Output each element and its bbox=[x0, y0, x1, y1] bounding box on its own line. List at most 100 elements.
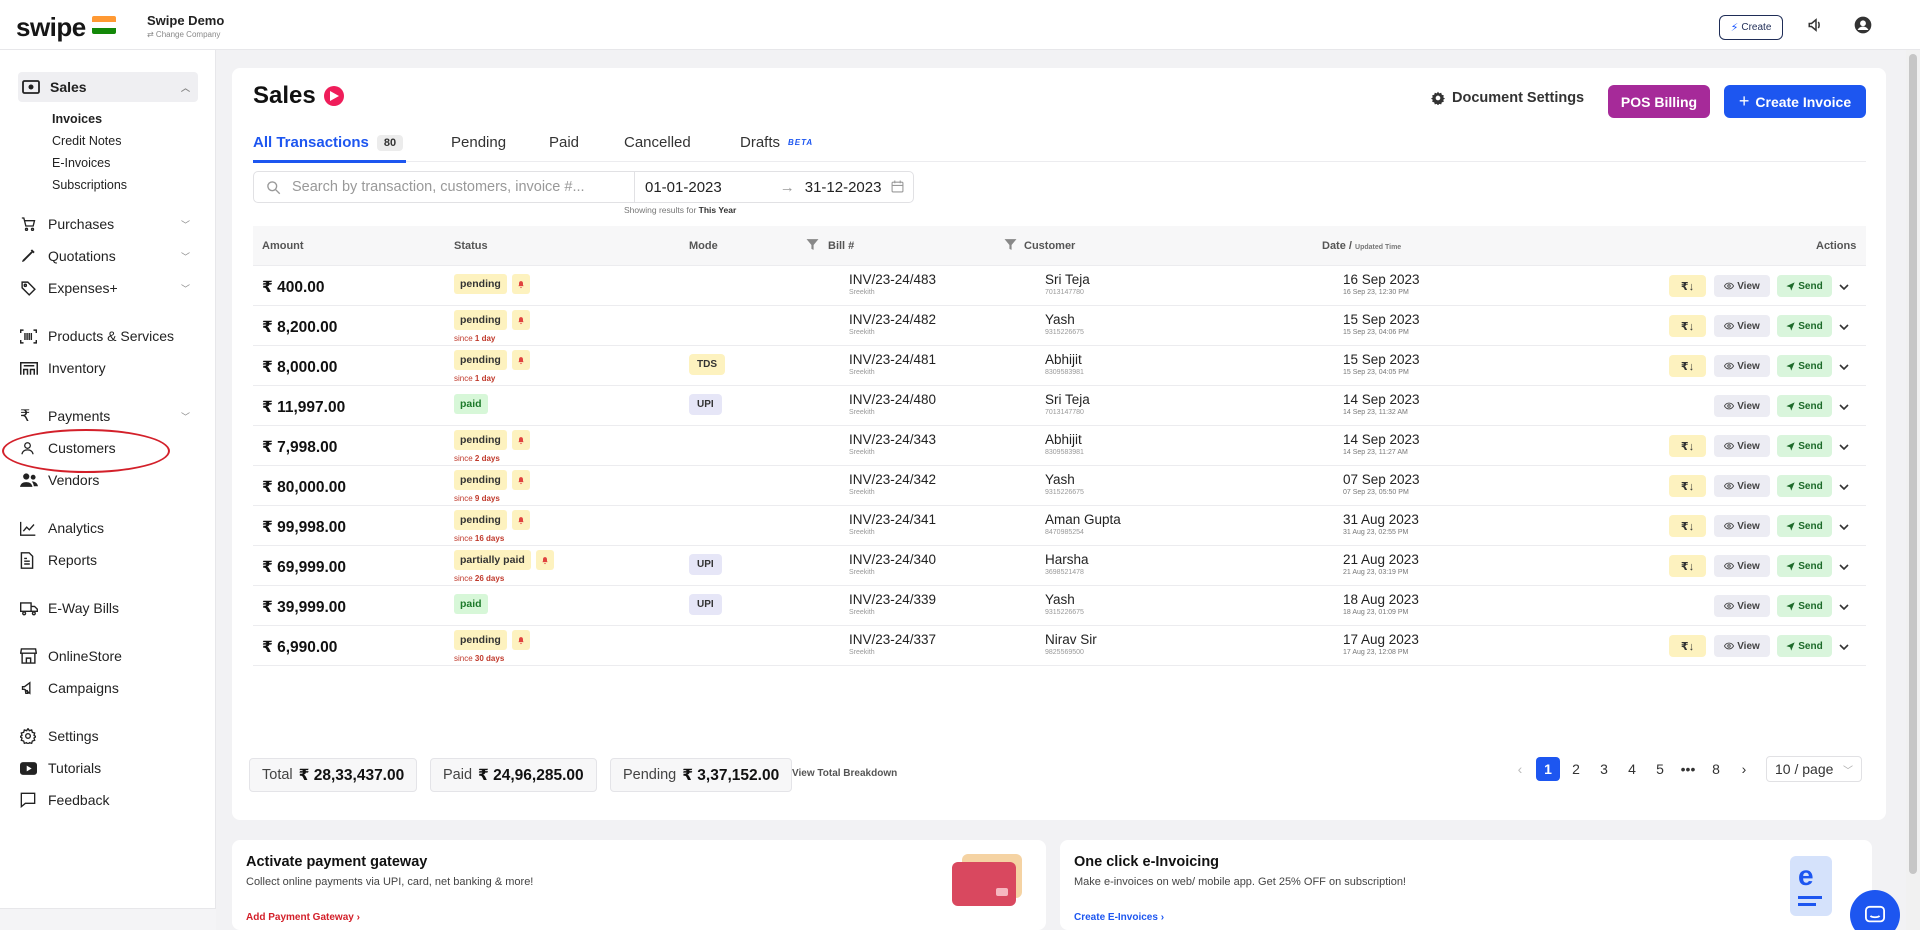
bill-cell[interactable]: INV/23-24/339 Sreekith bbox=[849, 592, 936, 616]
sidebar-item-payments[interactable]: ₹ Payments ﹀ bbox=[20, 402, 198, 430]
table-row[interactable]: ₹ 11,997.00 paid UPI INV/23-24/480 Sreeki… bbox=[253, 386, 1866, 426]
view-button[interactable]: View bbox=[1714, 475, 1770, 497]
view-button[interactable]: View bbox=[1714, 555, 1770, 577]
send-button[interactable]: Send bbox=[1777, 635, 1832, 657]
page-button[interactable]: 3 bbox=[1590, 757, 1618, 781]
tab-paid[interactable]: Paid bbox=[549, 134, 579, 151]
chevron-down-icon[interactable] bbox=[1839, 559, 1849, 574]
create-e-invoices-link[interactable]: Create E-Invoices › bbox=[1074, 912, 1164, 923]
header-amount[interactable]: Amount bbox=[262, 240, 304, 252]
account-icon[interactable] bbox=[1852, 14, 1874, 36]
search-input[interactable] bbox=[292, 179, 612, 195]
header-mode[interactable]: Mode bbox=[689, 240, 718, 252]
company-switcher[interactable]: Swipe Demo ⇄ Change Company bbox=[147, 13, 224, 39]
view-total-breakdown-link[interactable]: View Total Breakdown bbox=[792, 768, 897, 779]
send-button[interactable]: Send bbox=[1777, 515, 1832, 537]
bill-number[interactable]: INV/23-24/337 bbox=[849, 632, 936, 647]
customer-cell[interactable]: Abhijit 8309583981 bbox=[1045, 432, 1084, 456]
record-payment-button[interactable]: ₹↓ bbox=[1669, 275, 1706, 297]
table-row[interactable]: ₹ 8,000.00 pending since 1 day TDS INV/23-… bbox=[253, 346, 1866, 386]
prev-page-button[interactable]: ‹ bbox=[1506, 757, 1534, 781]
filter-icon[interactable] bbox=[1004, 238, 1017, 254]
view-button[interactable]: View bbox=[1714, 635, 1770, 657]
header-date[interactable]: Date / Updated Time bbox=[1322, 240, 1401, 252]
bill-cell[interactable]: INV/23-24/343 Sreekith bbox=[849, 432, 936, 456]
send-button[interactable]: Send bbox=[1777, 555, 1832, 577]
record-payment-button[interactable]: ₹↓ bbox=[1669, 355, 1706, 377]
table-row[interactable]: ₹ 99,998.00 pending since 16 days INV/23-… bbox=[253, 506, 1866, 546]
customer-name[interactable]: Yash bbox=[1045, 592, 1084, 607]
bell-icon[interactable] bbox=[511, 430, 530, 450]
table-row[interactable]: ₹ 400.00 pending INV/23-24/483 Sreekith … bbox=[253, 266, 1866, 306]
page-button[interactable]: 2 bbox=[1562, 757, 1590, 781]
sidebar-item-products[interactable]: Products & Services bbox=[20, 322, 198, 350]
customer-name[interactable]: Abhijit bbox=[1045, 432, 1084, 447]
customer-cell[interactable]: Yash 9315226675 bbox=[1045, 472, 1084, 496]
add-payment-gateway-link[interactable]: Add Payment Gateway › bbox=[246, 912, 360, 923]
chevron-down-icon[interactable] bbox=[1839, 359, 1849, 374]
customer-cell[interactable]: Yash 9315226675 bbox=[1045, 312, 1084, 336]
view-button[interactable]: View bbox=[1714, 395, 1770, 417]
view-button[interactable]: View bbox=[1714, 355, 1770, 377]
scrollbar-thumb[interactable] bbox=[1909, 54, 1917, 874]
bill-number[interactable]: INV/23-24/342 bbox=[849, 472, 936, 487]
view-button[interactable]: View bbox=[1714, 275, 1770, 297]
bill-number[interactable]: INV/23-24/343 bbox=[849, 432, 936, 447]
create-invoice-button[interactable]: + Create Invoice bbox=[1724, 85, 1866, 118]
sidebar-item-purchases[interactable]: Purchases ﹀ bbox=[20, 210, 198, 238]
view-button[interactable]: View bbox=[1714, 595, 1770, 617]
table-row[interactable]: ₹ 6,990.00 pending since 30 days INV/23-2… bbox=[253, 626, 1866, 666]
send-button[interactable]: Send bbox=[1777, 395, 1832, 417]
bill-number[interactable]: INV/23-24/341 bbox=[849, 512, 936, 527]
bill-number[interactable]: INV/23-24/339 bbox=[849, 592, 936, 607]
bell-icon[interactable] bbox=[511, 470, 530, 490]
megaphone-icon[interactable] bbox=[1805, 14, 1827, 36]
chevron-down-icon[interactable] bbox=[1839, 279, 1849, 294]
record-payment-button[interactable]: ₹↓ bbox=[1669, 635, 1706, 657]
customer-name[interactable]: Harsha bbox=[1045, 552, 1089, 567]
table-row[interactable]: ₹ 80,000.00 pending since 9 days INV/23-2… bbox=[253, 466, 1866, 506]
page-button[interactable]: 4 bbox=[1618, 757, 1646, 781]
table-row[interactable]: ₹ 8,200.00 pending since 1 day INV/23-24/… bbox=[253, 306, 1866, 346]
customer-cell[interactable]: Nirav Sir 9825569500 bbox=[1045, 632, 1097, 656]
sidebar-item-eway-bills[interactable]: E-Way Bills bbox=[20, 594, 198, 622]
sidebar-item-feedback[interactable]: Feedback bbox=[20, 786, 198, 814]
bell-icon[interactable] bbox=[511, 350, 530, 370]
bill-cell[interactable]: INV/23-24/482 Sreekith bbox=[849, 312, 936, 336]
record-payment-button[interactable]: ₹↓ bbox=[1669, 315, 1706, 337]
sidebar-item-campaigns[interactable]: Campaigns bbox=[20, 674, 198, 702]
customer-name[interactable]: Sri Teja bbox=[1045, 392, 1090, 407]
send-button[interactable]: Send bbox=[1777, 435, 1832, 457]
bill-cell[interactable]: INV/23-24/483 Sreekith bbox=[849, 272, 936, 296]
tab-cancelled[interactable]: Cancelled bbox=[624, 134, 691, 151]
chevron-down-icon[interactable] bbox=[1839, 319, 1849, 334]
customer-name[interactable]: Yash bbox=[1045, 312, 1084, 327]
chevron-down-icon[interactable] bbox=[1839, 639, 1849, 654]
chat-support-button[interactable] bbox=[1850, 890, 1900, 930]
view-button[interactable]: View bbox=[1714, 315, 1770, 337]
customer-name[interactable]: Yash bbox=[1045, 472, 1084, 487]
page-button[interactable]: ••• bbox=[1674, 757, 1702, 781]
header-customer[interactable]: Customer bbox=[1024, 240, 1075, 252]
page-button[interactable]: 8 bbox=[1702, 757, 1730, 781]
customer-cell[interactable]: Abhijit 8309583981 bbox=[1045, 352, 1084, 376]
send-button[interactable]: Send bbox=[1777, 595, 1832, 617]
customer-cell[interactable]: Aman Gupta 8470985254 bbox=[1045, 512, 1121, 536]
table-row[interactable]: ₹ 39,999.00 paid UPI INV/23-24/339 Sreeki… bbox=[253, 586, 1866, 626]
sidebar-item-settings[interactable]: Settings bbox=[20, 722, 198, 750]
record-payment-button[interactable]: ₹↓ bbox=[1669, 475, 1706, 497]
header-status[interactable]: Status bbox=[454, 240, 488, 252]
sidebar-item-sales[interactable]: Sales ︿ bbox=[18, 72, 198, 102]
table-row[interactable]: ₹ 7,998.00 pending since 2 days INV/23-24… bbox=[253, 426, 1866, 466]
view-button[interactable]: View bbox=[1714, 435, 1770, 457]
sidebar-item-inventory[interactable]: Inventory bbox=[20, 354, 198, 382]
customer-cell[interactable]: Harsha 3698521478 bbox=[1045, 552, 1089, 576]
record-payment-button[interactable]: ₹↓ bbox=[1669, 515, 1706, 537]
send-button[interactable]: Send bbox=[1777, 475, 1832, 497]
play-icon[interactable] bbox=[323, 86, 344, 106]
bell-icon[interactable] bbox=[511, 630, 530, 650]
customer-name[interactable]: Sri Teja bbox=[1045, 272, 1090, 287]
next-page-button[interactable]: › bbox=[1730, 757, 1758, 781]
sidebar-item-expenses[interactable]: Expenses+ ﹀ bbox=[20, 274, 198, 302]
sidebar-item-analytics[interactable]: Analytics bbox=[20, 514, 198, 542]
